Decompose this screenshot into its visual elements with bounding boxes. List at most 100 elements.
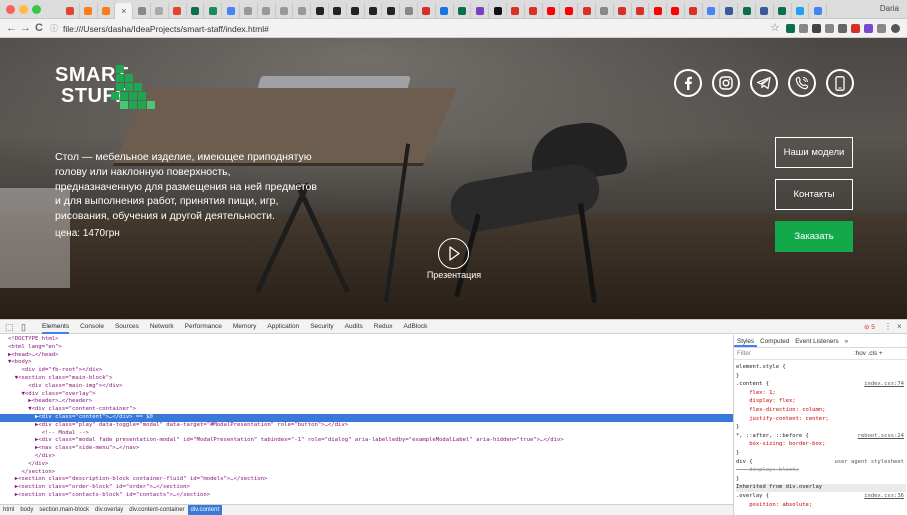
forward-icon[interactable]: → bbox=[20, 22, 31, 35]
devtools-tab-memory[interactable]: Memory bbox=[233, 320, 256, 334]
dom-node-line[interactable]: </div> bbox=[0, 453, 733, 461]
browser-tab[interactable] bbox=[685, 3, 703, 19]
browser-tab[interactable] bbox=[489, 3, 507, 19]
dom-node-line[interactable]: ▶<div class="play" data-toggle="modal" d… bbox=[0, 422, 733, 430]
browser-tab[interactable] bbox=[222, 3, 240, 19]
styles-tab-computed[interactable]: Computed bbox=[757, 335, 792, 347]
devtools-tab-audits[interactable]: Audits bbox=[345, 320, 363, 334]
browser-tab[interactable] bbox=[133, 3, 151, 19]
style-rule-text[interactable]: .content { bbox=[736, 381, 769, 387]
minimize-window-button[interactable] bbox=[19, 5, 28, 14]
devtools-tab-performance[interactable]: Performance bbox=[185, 320, 222, 334]
breadcrumb-item[interactable]: div.overlay bbox=[92, 505, 126, 515]
style-rule-text[interactable]: justify-content: center; bbox=[736, 416, 828, 422]
breadcrumb-item[interactable]: div.content-container bbox=[126, 505, 187, 515]
style-rule-text[interactable]: position: absolute; bbox=[736, 502, 812, 508]
extension-icon[interactable] bbox=[825, 24, 834, 33]
extension-icon[interactable] bbox=[877, 24, 886, 33]
instagram-icon[interactable] bbox=[712, 69, 740, 97]
browser-tab[interactable] bbox=[400, 3, 418, 19]
devtools-tab-elements[interactable]: Elements bbox=[42, 320, 70, 334]
dom-node-line[interactable]: <div id="fb-root"></div> bbox=[0, 367, 733, 375]
browser-tab[interactable] bbox=[560, 3, 579, 19]
breadcrumb-item[interactable]: div.content bbox=[187, 505, 223, 515]
style-rule-text[interactable]: } bbox=[736, 373, 739, 379]
devtools-tab-redux[interactable]: Redux bbox=[374, 320, 393, 334]
browser-tab[interactable] bbox=[418, 3, 436, 19]
style-rule-text[interactable]: display: flex; bbox=[736, 398, 795, 404]
browser-tab[interactable] bbox=[543, 3, 561, 19]
browser-tab[interactable] bbox=[382, 3, 401, 19]
info-icon[interactable]: ⓘ bbox=[50, 23, 58, 34]
browser-tab[interactable] bbox=[240, 3, 258, 19]
devtools-tab-console[interactable]: Console bbox=[80, 320, 104, 334]
browser-tab[interactable] bbox=[507, 3, 525, 19]
style-rule-text[interactable]: flex: 1; bbox=[736, 390, 776, 396]
devtools-tab-sources[interactable]: Sources bbox=[115, 320, 139, 334]
browser-tab[interactable] bbox=[204, 3, 223, 19]
browser-tab[interactable] bbox=[98, 3, 116, 19]
dom-node-line[interactable]: ▼<body> bbox=[0, 359, 733, 367]
browser-tab[interactable] bbox=[596, 3, 614, 19]
browser-tab[interactable] bbox=[80, 3, 98, 19]
browser-tab-active[interactable]: × bbox=[115, 3, 134, 19]
reload-icon[interactable]: C bbox=[35, 22, 43, 35]
breadcrumb-item[interactable]: section.main-block bbox=[36, 505, 92, 515]
browser-tab[interactable] bbox=[756, 3, 774, 19]
close-window-button[interactable] bbox=[6, 5, 15, 14]
dom-node-line[interactable]: ▶<section class="contacts-block" id="con… bbox=[0, 492, 733, 500]
browser-tab[interactable] bbox=[436, 3, 454, 19]
error-count-badge[interactable]: ⊘ 5 bbox=[864, 323, 875, 331]
devtools-tab-application[interactable]: Application bbox=[267, 320, 299, 334]
style-source-link[interactable]: user agent stylesheet bbox=[834, 459, 904, 467]
extension-icon[interactable] bbox=[799, 24, 808, 33]
device-toolbar-icon[interactable]: ▯ bbox=[21, 322, 26, 332]
breadcrumb-item[interactable]: html bbox=[0, 505, 17, 515]
devtools-tab-adblock[interactable]: AdBlock bbox=[404, 320, 428, 334]
viber-icon[interactable] bbox=[788, 69, 816, 97]
style-rule-text[interactable]: } bbox=[736, 476, 739, 482]
style-source-link[interactable]: reboot.scss:24 bbox=[858, 433, 904, 441]
dom-node-line[interactable]: ▼<section class="main-block"> bbox=[0, 375, 733, 383]
browser-tab[interactable] bbox=[614, 3, 632, 19]
browser-tab[interactable] bbox=[311, 3, 329, 19]
dom-node-line[interactable]: ▶<section class="description-block conta… bbox=[0, 476, 733, 484]
dom-node-line[interactable]: ▼<div class="overlay"> bbox=[0, 391, 733, 399]
browser-tab[interactable] bbox=[62, 3, 80, 19]
dom-node-line[interactable]: ▶<div class="modal fade presentation-mod… bbox=[0, 437, 733, 445]
breadcrumb-item[interactable]: body bbox=[17, 505, 36, 515]
dom-node-line[interactable]: </section> bbox=[0, 469, 733, 477]
style-rule-text[interactable]: Inherited from div.overlay bbox=[736, 484, 822, 490]
style-rule-text[interactable]: } bbox=[736, 450, 739, 456]
extension-icon[interactable] bbox=[812, 24, 821, 33]
style-source-link[interactable]: index.css:36 bbox=[864, 493, 904, 501]
profile-name[interactable]: Daria bbox=[880, 4, 899, 13]
browser-tab[interactable] bbox=[151, 3, 169, 19]
style-source-link[interactable]: index.css:74 bbox=[864, 381, 904, 389]
dom-node-line[interactable]: <html lang="en"> bbox=[0, 344, 733, 352]
back-icon[interactable]: ← bbox=[6, 22, 17, 35]
dom-node-line[interactable]: ▼<div class="content-container"> bbox=[0, 406, 733, 414]
browser-tab[interactable] bbox=[703, 3, 721, 19]
dom-node-line[interactable]: ▶<head>…</head> bbox=[0, 352, 733, 360]
menu-icon[interactable] bbox=[891, 24, 900, 33]
style-rule-text[interactable]: div { bbox=[736, 459, 753, 465]
browser-tab[interactable] bbox=[258, 3, 276, 19]
styles-tab-event-listeners[interactable]: Event Listeners bbox=[792, 335, 841, 347]
dom-node-line[interactable]: ▶<section class="order-block" id="order"… bbox=[0, 484, 733, 492]
browser-tab[interactable] bbox=[187, 3, 205, 19]
browser-tab[interactable] bbox=[365, 3, 383, 19]
browser-tab[interactable] bbox=[792, 3, 810, 19]
order-button[interactable]: Заказать bbox=[775, 221, 853, 252]
extension-icon[interactable] bbox=[864, 24, 873, 33]
dom-node-line[interactable]: ▶<div class="content">…</div> == $0 bbox=[0, 414, 733, 422]
style-rule-text[interactable]: element.style { bbox=[736, 364, 786, 370]
logo[interactable]: SMART STUFF bbox=[55, 65, 165, 115]
dom-node-line[interactable]: <div class="main-img"></div> bbox=[0, 383, 733, 391]
contacts-button[interactable]: Контакты bbox=[775, 179, 853, 210]
hov-cls-toggles[interactable]: :hov .cls + bbox=[854, 350, 883, 357]
bookmark-star-icon[interactable]: ☆ bbox=[770, 22, 780, 35]
elements-tree[interactable]: <!DOCTYPE html> <html lang="en"> ▶<head>…<… bbox=[0, 335, 733, 504]
browser-tab[interactable] bbox=[276, 3, 294, 19]
devtools-menu-icon[interactable]: ⋮ bbox=[884, 322, 892, 331]
